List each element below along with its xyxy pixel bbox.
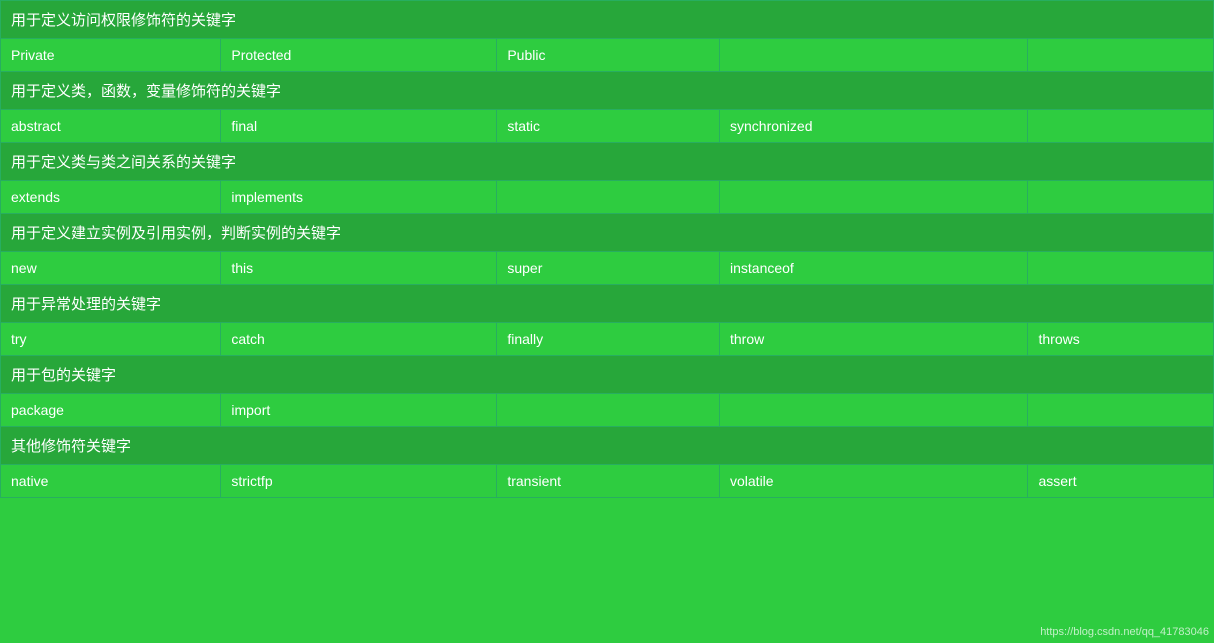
cell-5-0: extends xyxy=(1,181,221,214)
cell-3-0: abstract xyxy=(1,110,221,143)
section-header-10: 用于包的关键字 xyxy=(1,356,1214,394)
section-header-4: 用于定义类与类之间关系的关键字 xyxy=(1,143,1214,181)
cell-11-1: import xyxy=(221,394,497,427)
watermark-text: https://blog.csdn.net/qq_41783046 xyxy=(1040,626,1209,638)
cell-5-3 xyxy=(720,181,1028,214)
cell-7-3: instanceof xyxy=(720,252,1028,285)
cell-1-2: Public xyxy=(497,39,720,72)
cell-1-4 xyxy=(1028,39,1214,72)
cell-11-0: package xyxy=(1,394,221,427)
cell-13-3: volatile xyxy=(720,465,1028,498)
cell-13-1: strictfp xyxy=(221,465,497,498)
cell-9-4: throws xyxy=(1028,323,1214,356)
cell-3-1: final xyxy=(221,110,497,143)
section-header-6: 用于定义建立实例及引用实例，判断实例的关键字 xyxy=(1,214,1214,252)
cell-7-4 xyxy=(1028,252,1214,285)
cell-5-4 xyxy=(1028,181,1214,214)
keywords-table: 用于定义访问权限修饰符的关键字PrivateProtectedPublic用于定… xyxy=(0,0,1214,498)
cell-13-0: native xyxy=(1,465,221,498)
cell-3-3: synchronized xyxy=(720,110,1028,143)
section-header-0: 用于定义访问权限修饰符的关键字 xyxy=(1,1,1214,39)
cell-11-4 xyxy=(1028,394,1214,427)
cell-7-2: super xyxy=(497,252,720,285)
cell-7-0: new xyxy=(1,252,221,285)
cell-9-1: catch xyxy=(221,323,497,356)
section-header-2: 用于定义类，函数，变量修饰符的关键字 xyxy=(1,72,1214,110)
cell-5-2 xyxy=(497,181,720,214)
cell-13-2: transient xyxy=(497,465,720,498)
cell-9-3: throw xyxy=(720,323,1028,356)
cell-1-1: Protected xyxy=(221,39,497,72)
section-header-12: 其他修饰符关键字 xyxy=(1,427,1214,465)
cell-1-3 xyxy=(720,39,1028,72)
cell-5-1: implements xyxy=(221,181,497,214)
cell-11-3 xyxy=(720,394,1028,427)
section-header-8: 用于异常处理的关键字 xyxy=(1,285,1214,323)
cell-3-4 xyxy=(1028,110,1214,143)
cell-7-1: this xyxy=(221,252,497,285)
cell-9-0: try xyxy=(1,323,221,356)
cell-3-2: static xyxy=(497,110,720,143)
cell-1-0: Private xyxy=(1,39,221,72)
cell-13-4: assert xyxy=(1028,465,1214,498)
cell-11-2 xyxy=(497,394,720,427)
cell-9-2: finally xyxy=(497,323,720,356)
